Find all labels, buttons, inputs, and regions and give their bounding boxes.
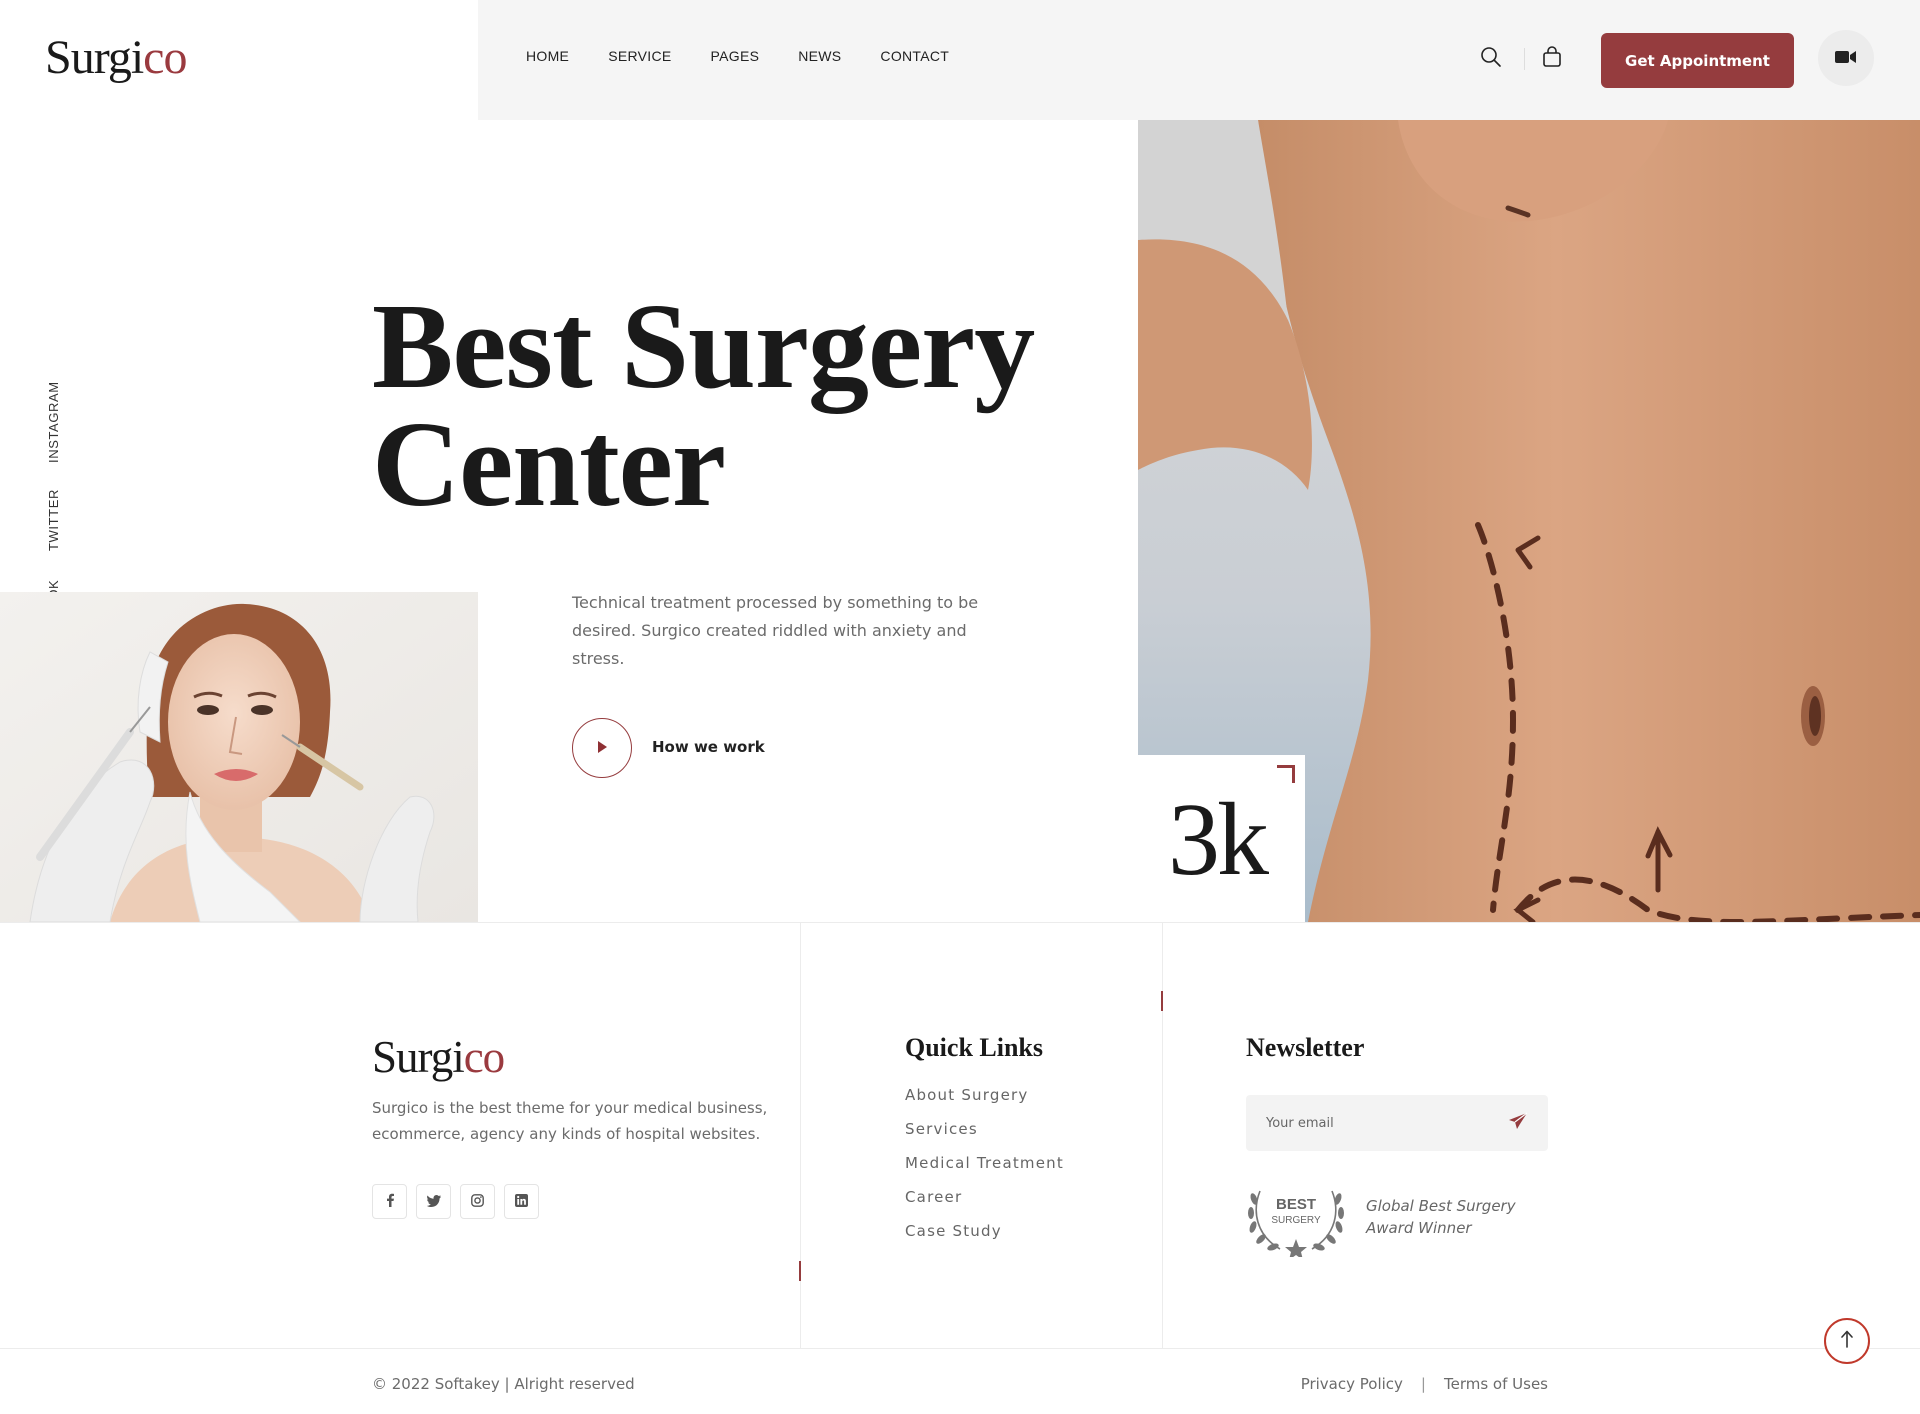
get-appointment-button[interactable]: Get Appointment bbox=[1601, 33, 1794, 88]
copyright-text: © 2022 Softakey | Alright reserved bbox=[372, 1375, 635, 1393]
award-badge-line1: BEST bbox=[1276, 1196, 1316, 1213]
nav-contact[interactable]: CONTACT bbox=[880, 48, 949, 64]
logo-area: Surgico bbox=[0, 0, 478, 120]
footer-logo[interactable]: Surgico bbox=[372, 1031, 505, 1083]
quick-link-career[interactable]: Career bbox=[905, 1188, 1064, 1222]
hero-title-line1: Best Surgery bbox=[372, 279, 1035, 414]
play-button[interactable] bbox=[572, 718, 632, 778]
quick-link-about-surgery[interactable]: About Surgery bbox=[905, 1086, 1064, 1120]
back-to-top-button[interactable] bbox=[1824, 1318, 1870, 1364]
twitter-icon bbox=[426, 1192, 441, 1211]
main-nav: HOME SERVICE PAGES NEWS CONTACT bbox=[526, 48, 988, 64]
nav-news[interactable]: NEWS bbox=[798, 48, 841, 64]
how-we-work-link[interactable]: How we work bbox=[652, 738, 765, 756]
linkedin-icon bbox=[515, 1192, 528, 1211]
corner-accent bbox=[1277, 765, 1295, 783]
divider-accent bbox=[799, 1261, 801, 1281]
award-badge: BEST SURGERY bbox=[1244, 1177, 1348, 1260]
site-header: Surgico HOME SERVICE PAGES NEWS CONTACT … bbox=[0, 0, 1920, 120]
newsletter-title: Newsletter bbox=[1246, 1033, 1365, 1062]
play-icon bbox=[595, 739, 609, 758]
nav-pages[interactable]: PAGES bbox=[711, 48, 760, 64]
search-icon[interactable] bbox=[1478, 44, 1504, 70]
header-divider bbox=[1524, 48, 1525, 70]
cart-icon[interactable] bbox=[1539, 44, 1565, 70]
stat-box: 3k bbox=[1138, 755, 1305, 922]
terms-of-use-link[interactable]: Terms of Uses bbox=[1444, 1375, 1548, 1393]
nav-home[interactable]: HOME bbox=[526, 48, 569, 64]
instagram-icon bbox=[471, 1192, 484, 1211]
logo-text-part1: Surgi bbox=[45, 31, 144, 84]
hero-section: INSTAGRAM TWITTER FACEBOOK Best Surgery … bbox=[0, 120, 1920, 922]
quick-link-services[interactable]: Services bbox=[905, 1120, 1064, 1154]
social-link-instagram[interactable]: INSTAGRAM bbox=[46, 381, 61, 463]
linkedin-button[interactable] bbox=[504, 1184, 539, 1219]
arrow-up-icon bbox=[1840, 1330, 1854, 1352]
legal-separator: | bbox=[1420, 1375, 1426, 1393]
send-icon bbox=[1508, 1112, 1528, 1134]
facebook-icon bbox=[385, 1192, 395, 1211]
facebook-button[interactable] bbox=[372, 1184, 407, 1219]
footer-about: Surgico is the best theme for your medic… bbox=[372, 1099, 768, 1143]
hero-title-line2: Center bbox=[372, 397, 726, 532]
newsletter-email-input[interactable] bbox=[1246, 1095, 1548, 1151]
site-logo[interactable]: Surgico bbox=[45, 30, 187, 85]
award-text: Global Best Surgery Award Winner bbox=[1366, 1197, 1516, 1237]
divider-accent bbox=[1161, 991, 1163, 1011]
legal-links: Privacy Policy | Terms of Uses bbox=[1301, 1375, 1548, 1393]
footer-logo-part2: co bbox=[463, 1032, 505, 1082]
quick-link-medical-treatment[interactable]: Medical Treatment bbox=[905, 1154, 1064, 1188]
stat-value: 3k bbox=[1168, 782, 1269, 897]
nav-service[interactable]: SERVICE bbox=[608, 48, 671, 64]
footer-bottom-bar: © 2022 Softakey | Alright reserved Priva… bbox=[0, 1348, 1920, 1414]
video-call-button[interactable] bbox=[1818, 30, 1874, 86]
footer-logo-part1: Surgi bbox=[372, 1032, 465, 1082]
column-divider bbox=[800, 923, 801, 1348]
cosmetic-injection-photo bbox=[0, 592, 478, 922]
award-badge-line2: SURGERY bbox=[1271, 1215, 1321, 1226]
site-footer: Surgico Surgico is the best theme for yo… bbox=[0, 922, 1920, 1414]
column-divider bbox=[1162, 923, 1163, 1348]
hero-description: Technical treatment processed by somethi… bbox=[572, 593, 979, 668]
twitter-button[interactable] bbox=[416, 1184, 451, 1219]
newsletter-submit-button[interactable] bbox=[1506, 1111, 1530, 1135]
privacy-policy-link[interactable]: Privacy Policy bbox=[1301, 1375, 1403, 1393]
quick-link-case-study[interactable]: Case Study bbox=[905, 1222, 1064, 1256]
quick-links-list: About Surgery Services Medical Treatment… bbox=[905, 1086, 1064, 1256]
instagram-button[interactable] bbox=[460, 1184, 495, 1219]
footer-social-links bbox=[372, 1184, 539, 1219]
video-icon bbox=[1835, 49, 1857, 68]
social-link-twitter[interactable]: TWITTER bbox=[46, 489, 61, 551]
logo-text-part2: co bbox=[143, 31, 187, 84]
quick-links-title: Quick Links bbox=[905, 1033, 1044, 1062]
hero-title: Best Surgery Center bbox=[372, 279, 1035, 532]
